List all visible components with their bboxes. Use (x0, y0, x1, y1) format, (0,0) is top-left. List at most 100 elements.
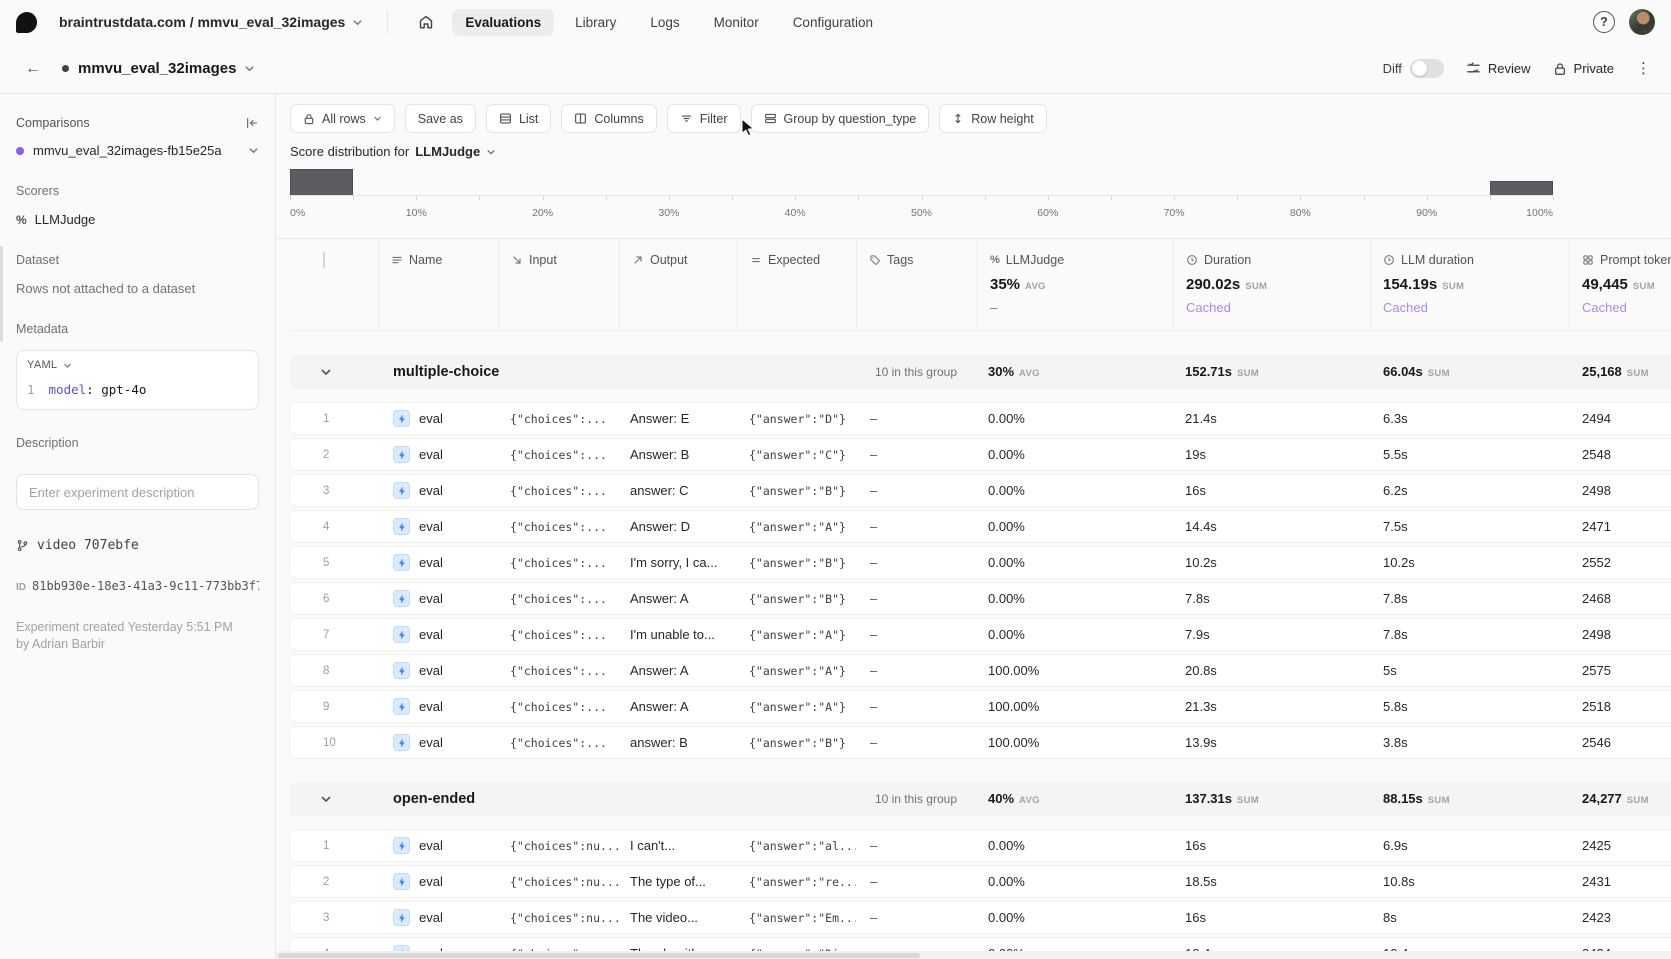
row-name-cell: eval (378, 873, 498, 890)
select-all-checkbox[interactable] (323, 252, 325, 268)
table-row[interactable]: 5eval{"choices":...I'm sorry, I ca...{"a… (290, 547, 1671, 578)
histogram-tick (606, 196, 607, 200)
private-button[interactable]: Private (1553, 61, 1614, 76)
column-header-input[interactable]: Input (498, 239, 619, 330)
eval-lightning-icon (393, 837, 410, 854)
row-height-button[interactable]: Row height (939, 104, 1047, 133)
column-aggregate-value: 154.19s (1383, 276, 1437, 293)
collapse-sidebar-icon[interactable] (245, 116, 259, 130)
braintrust-logo[interactable] (16, 12, 37, 33)
yaml-code-line[interactable]: 1 model: gpt-4o (17, 379, 258, 409)
row-input: {"choices":... (498, 664, 619, 678)
eval-lightning-icon (393, 446, 410, 463)
metadata-editor[interactable]: YAML 1 model: gpt-4o (16, 350, 259, 410)
save-as-button[interactable]: Save as (405, 104, 476, 133)
column-header-llmjudge[interactable]: %LLMJudge 35%AVG – (977, 239, 1173, 330)
table-row[interactable]: 6eval{"choices":...Answer: A{"answer":"B… (290, 583, 1671, 614)
column-header-tags[interactable]: Tags (856, 239, 977, 330)
group-by-button[interactable]: Group by question_type (751, 104, 930, 133)
table-row[interactable]: 2eval{"choices":...Answer: B{"answer":"C… (290, 439, 1671, 470)
table-row[interactable]: 1eval{"choices":...Answer: E{"answer":"D… (290, 403, 1671, 434)
home-icon[interactable] (412, 8, 440, 36)
nav-item-monitor[interactable]: Monitor (701, 9, 772, 36)
column-header-llm-duration[interactable]: LLM duration 154.19sSUM Cached (1370, 239, 1569, 330)
nav-item-configuration[interactable]: Configuration (780, 9, 886, 36)
avatar[interactable] (1629, 9, 1655, 35)
more-options-icon[interactable]: ⋮ (1636, 61, 1651, 76)
row-llm-duration: 6.3s (1370, 411, 1569, 426)
table-row[interactable]: 3eval{"choices":nu...The video...{"answe… (290, 902, 1671, 933)
nav-item-logs[interactable]: Logs (637, 9, 692, 36)
histogram-tick (1490, 196, 1491, 200)
group-collapse-icon[interactable] (290, 366, 378, 378)
table-row[interactable]: 7eval{"choices":...I'm unable to...{"ans… (290, 619, 1671, 650)
column-header-prompt-tokens[interactable]: Prompt tokens 49,445SUM Cached (1569, 239, 1671, 330)
chevron-down-icon (63, 361, 72, 370)
list-view-button[interactable]: List (486, 104, 551, 133)
group-score-value: 30% (988, 364, 1014, 379)
arrow-up-right-icon (632, 254, 644, 266)
row-input: {"choices":... (498, 448, 619, 462)
row-input: {"choices":... (498, 520, 619, 534)
page-header: ← mmvu_eval_32images Diff Review Private… (0, 44, 1671, 93)
nav-item-evaluations[interactable]: Evaluations (452, 9, 554, 36)
columns-button[interactable]: Columns (561, 104, 656, 133)
row-number: 7 (290, 629, 378, 641)
row-duration: 16s (1173, 910, 1370, 925)
nav-item-library[interactable]: Library (562, 9, 629, 36)
column-label: Prompt tokens (1600, 253, 1671, 267)
group-header[interactable]: open-ended10 in this group40%AVG137.31sS… (290, 782, 1671, 816)
table-row[interactable]: 3eval{"choices":...answer: C{"answer":"B… (290, 475, 1671, 506)
yaml-format-select[interactable]: YAML (17, 351, 258, 379)
row-score: 0.00% (977, 483, 1173, 498)
table-row[interactable]: 4eval{"choices":...Answer: D{"answer":"A… (290, 511, 1671, 542)
horizontal-scrollbar[interactable] (276, 951, 1671, 959)
back-button[interactable]: ← (20, 56, 46, 82)
histogram-tick (479, 196, 480, 200)
row-prompt-tokens: 2498 (1569, 627, 1671, 642)
scrollbar-thumb[interactable] (278, 953, 920, 958)
chevron-down-icon[interactable] (244, 63, 255, 74)
table-row[interactable]: 1eval{"choices":nu...I can't...{"answer"… (290, 830, 1671, 861)
row-name-cell: eval (378, 626, 498, 643)
sidebar-scrollbar[interactable] (0, 246, 3, 342)
table-row[interactable]: 2eval{"choices":nu...The type of...{"ans… (290, 866, 1671, 897)
group-collapse-icon[interactable] (290, 793, 378, 805)
score-distribution-title[interactable]: Score distribution for LLMJudge (290, 144, 496, 159)
row-score: 0.00% (977, 627, 1173, 642)
column-header-output[interactable]: Output (619, 239, 737, 330)
row-input: {"choices":nu... (498, 839, 619, 853)
experiment-id-row[interactable]: ID 81bb930e-18e3-41a3-9c11-773bb3f7e… (16, 579, 259, 593)
column-label: Output (650, 253, 688, 267)
git-ref-row[interactable]: video 707ebfe (16, 538, 259, 553)
review-button[interactable]: Review (1466, 61, 1531, 76)
column-header-expected[interactable]: Expected (737, 239, 856, 330)
group-count: 10 in this group (856, 792, 977, 806)
description-input[interactable] (16, 474, 259, 510)
table-row[interactable]: 10eval{"choices":...answer: B{"answer":"… (290, 727, 1671, 758)
all-rows-button[interactable]: All rows (290, 104, 395, 133)
filter-button[interactable]: Filter (667, 104, 741, 133)
breadcrumb[interactable]: braintrustdata.com / mmvu_eval_32images (59, 14, 363, 30)
aggregation-label: AVG (1025, 281, 1046, 292)
eval-lightning-icon (393, 662, 410, 679)
scorer-item[interactable]: % LLMJudge (16, 212, 259, 227)
row-llm-duration: 5s (1370, 663, 1569, 678)
help-icon[interactable]: ? (1593, 11, 1615, 33)
histogram-tick (732, 196, 733, 200)
table-row[interactable]: 8eval{"choices":...Answer: A{"answer":"A… (290, 655, 1671, 686)
column-header-name[interactable]: Name (378, 239, 498, 330)
row-prompt-tokens: 2498 (1569, 483, 1671, 498)
histogram-axis-label: 0% (290, 207, 305, 219)
yaml-key: model (49, 382, 87, 397)
group-header[interactable]: multiple-choice10 in this group30%AVG152… (290, 355, 1671, 389)
row-tags: – (856, 555, 977, 570)
column-header-duration[interactable]: Duration 290.02sSUM Cached (1173, 239, 1370, 330)
histogram-axis-label: 80% (1290, 207, 1311, 219)
row-name: eval (419, 483, 443, 498)
table-row[interactable]: 9eval{"choices":...Answer: A{"answer":"A… (290, 691, 1671, 722)
diff-toggle[interactable] (1410, 59, 1444, 78)
row-expected: {"answer":"B"} (737, 484, 856, 498)
comparison-experiment-item[interactable]: mmvu_eval_32images-fb15e25a (16, 143, 259, 158)
comparison-experiment-name: mmvu_eval_32images-fb15e25a (33, 143, 222, 158)
